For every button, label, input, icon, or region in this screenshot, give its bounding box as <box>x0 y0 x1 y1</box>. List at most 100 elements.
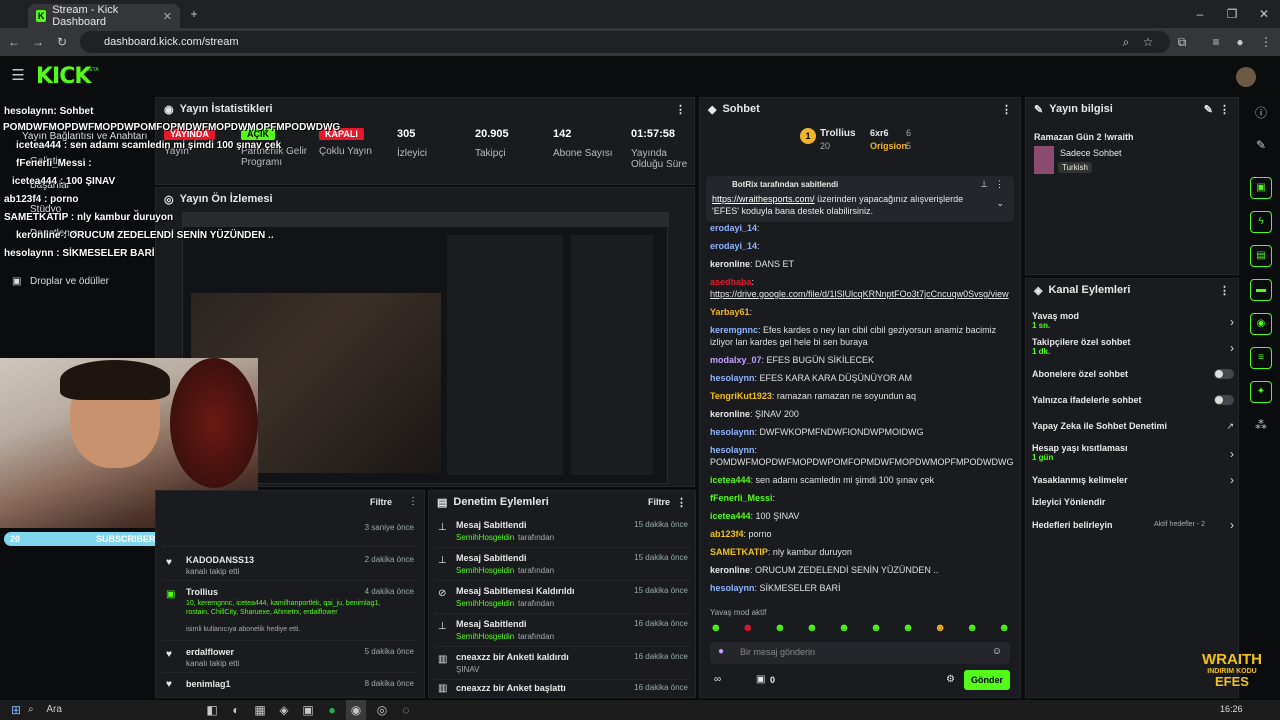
toggle-subs-only[interactable] <box>1214 369 1234 379</box>
setting-account-age[interactable]: Hesap yaşı kısıtlaması 1 gün <box>1032 443 1232 462</box>
info-icon[interactable]: ⓘ <box>1251 103 1271 123</box>
url-bar[interactable]: dashboard.kick.com/stream <box>80 31 1170 53</box>
tab-close-icon[interactable]: ✕ <box>163 10 172 23</box>
broadcast-icon[interactable]: ◉ <box>1250 313 1272 335</box>
taskbar-app-icon[interactable]: ▣ <box>298 700 318 720</box>
new-tab-icon[interactable]: + <box>184 4 204 24</box>
taskbar-search[interactable]: ⌕ Ara <box>28 702 188 718</box>
chat-message[interactable]: TengriKut1923: ramazan ramazan ne soyund… <box>710 390 1000 402</box>
menu-dots-icon[interactable]: ⋮ <box>1256 32 1276 52</box>
pinned-menu-icon[interactable]: ⋮ <box>995 179 1004 190</box>
setting-followers-only[interactable]: Takipçilere özel sohbet 1 dk. <box>1032 337 1232 356</box>
sidebar-item-drops[interactable]: Droplar ve ödüller <box>30 276 109 287</box>
chat-username[interactable]: icetea444 <box>710 511 751 521</box>
wrench-icon[interactable]: ✦ <box>1250 381 1272 403</box>
chevron-right-icon[interactable]: › <box>1230 447 1234 461</box>
chevron-right-icon[interactable]: › <box>1230 473 1234 487</box>
reload-icon[interactable]: ↻ <box>52 32 72 52</box>
pencil-icon[interactable]: ✎ <box>1251 135 1271 155</box>
chat-message[interactable]: icetea444: sen adamı scamledin mi şimdi … <box>710 474 1000 486</box>
media-icon[interactable]: ≡ <box>1206 32 1226 52</box>
info-menu-icon[interactable]: ⋮ <box>1219 103 1230 116</box>
chat-message[interactable]: fFenerli_Messi: <box>710 492 1000 504</box>
chat-username[interactable]: keronline <box>710 565 750 575</box>
chat-message[interactable]: keremgnnc: Efes kardes o ney lan cibil c… <box>710 324 1000 348</box>
activity-filter-button[interactable]: Filtre <box>370 497 392 507</box>
window-close-icon[interactable]: ✕ <box>1254 4 1274 24</box>
chat-message[interactable]: SAMETKATIP: nly kambur duruyon <box>710 546 1000 558</box>
chevron-right-icon[interactable]: › <box>1230 518 1234 532</box>
chat-username[interactable]: Yarbay61 <box>710 307 750 317</box>
chat-message[interactable]: erodayi_14: <box>710 222 1000 234</box>
channel-menu-icon[interactable]: ⋮ <box>1219 284 1230 297</box>
taskbar-app-icon[interactable]: ◈ <box>274 700 294 720</box>
chat-username[interactable]: hesolaynn <box>710 373 755 383</box>
spotify-icon[interactable]: ● <box>322 700 342 720</box>
chat-message[interactable]: ab123f4: porno <box>710 528 1000 540</box>
chat-username[interactable]: hesolaynn <box>710 583 755 593</box>
emote-icon[interactable]: ☻ <box>710 622 722 636</box>
chat-message[interactable]: hesolaynn: SİKMESELER BARİ <box>710 582 1000 594</box>
emote-icon[interactable]: ☻ <box>934 622 946 636</box>
send-button[interactable]: Gönder <box>964 670 1010 690</box>
chat-username[interactable]: fFenerli_Messi <box>710 493 773 503</box>
emote-icon[interactable]: ☻ <box>806 622 818 636</box>
back-icon[interactable]: ← <box>4 32 24 52</box>
pinned-link[interactable]: https://wraithesports.com/ <box>712 194 815 204</box>
mod-menu-icon[interactable]: ⋮ <box>676 496 687 509</box>
chevron-down-icon[interactable]: ⌄ <box>996 198 1004 209</box>
setting-ai-moderation[interactable]: Yapay Zeka ile Sohbet Denetimi <box>1032 421 1232 431</box>
emote-icon[interactable]: ☻ <box>998 622 1010 636</box>
chat-username[interactable]: hesolaynn <box>710 427 755 437</box>
taskbar-app-icon[interactable]: ▦ <box>250 700 270 720</box>
chevron-right-icon[interactable]: › <box>1230 315 1234 329</box>
activity-menu-icon[interactable]: ⋮ <box>408 496 418 507</box>
pinned-message[interactable]: BotRix tarafından sabitlendi ⊥ ⋮ ⌄ https… <box>706 176 1014 222</box>
emote-icon[interactable]: ☻ <box>870 622 882 636</box>
chat-username[interactable]: asedbaba <box>710 277 752 287</box>
avatar[interactable] <box>1236 67 1256 87</box>
emote-icon[interactable]: ☻ <box>902 622 914 636</box>
emote-icon[interactable]: ☻ <box>966 622 978 636</box>
discord-icon[interactable]: ◎ <box>372 700 392 720</box>
hamburger-menu-icon[interactable]: ☰ <box>8 66 28 86</box>
chrome-icon[interactable]: ◉ <box>346 700 366 720</box>
gifter-2-name[interactable]: 6xr6 <box>870 128 889 138</box>
emote-icon[interactable]: ☻ <box>742 622 754 636</box>
windows-start-icon[interactable]: ⊞ <box>6 700 26 720</box>
profile-icon[interactable]: ● <box>1230 32 1250 52</box>
mic-icon[interactable]: ● <box>718 646 724 657</box>
setting-redirect[interactable]: İzleyici Yönlendir <box>1032 497 1232 507</box>
restore-icon[interactable]: ❐ <box>1222 4 1242 24</box>
taskbar-app-icon[interactable]: ◌ <box>396 700 416 720</box>
emote-icon[interactable]: ☻ <box>774 622 786 636</box>
chat-message[interactable]: keronline: DANS ET <box>710 258 1000 270</box>
camera-icon[interactable]: ▣ <box>1250 177 1272 199</box>
dots-icon[interactable]: ⁂ <box>1251 415 1271 435</box>
zoom-icon[interactable]: ⌕ <box>1116 32 1136 52</box>
settings-gear-icon[interactable]: ⚙ <box>946 674 955 685</box>
chat-message[interactable]: hesolaynn: EFES KARA KARA DÜŞÜNÜYOR AM <box>710 372 1000 384</box>
taskbar-app-icon[interactable]: ◐ <box>226 700 246 720</box>
chat-username[interactable]: keronline <box>710 259 750 269</box>
toggle-emotes-only[interactable] <box>1214 395 1234 405</box>
setting-slow-mode[interactable]: Yavaş mod 1 sn. <box>1032 311 1232 330</box>
forward-icon[interactable]: → <box>28 32 48 52</box>
chat-message[interactable]: icetea444: 100 ŞINAV <box>710 510 1000 522</box>
chat-icon[interactable]: ▬ <box>1250 279 1272 301</box>
browser-tab[interactable]: K Stream - Kick Dashboard ✕ <box>28 4 180 28</box>
mod-filter-button[interactable]: Filtre <box>648 497 670 507</box>
bookmark-star-icon[interactable]: ☆ <box>1138 32 1158 52</box>
chat-input[interactable]: ● Bir mesaj gönderin ☺ <box>710 642 1010 664</box>
pin-icon[interactable]: ⊥ <box>980 179 988 190</box>
chat-message[interactable]: modalxy_07: EFES BUGÜN SİKİLECEK <box>710 354 1000 366</box>
chat-message[interactable]: erodayi_14: <box>710 240 1000 252</box>
chat-message[interactable]: keronline: ORUCUM ZEDELENDİ SENİN YÜZÜND… <box>710 564 1000 576</box>
chat-username[interactable]: hesolaynn <box>710 445 755 455</box>
stream-category[interactable]: Sadece Sohbet <box>1060 148 1122 158</box>
chat-username[interactable]: erodayi_14 <box>710 241 757 251</box>
document-icon[interactable]: ▤ <box>1250 245 1272 267</box>
edit-icon[interactable]: ✎ <box>1204 103 1213 116</box>
chat-message[interactable]: hesolaynn: DWFWKOPMFNDWFIONDWPMOIDWG <box>710 426 1000 438</box>
infinity-icon[interactable]: ∞ <box>714 674 721 685</box>
